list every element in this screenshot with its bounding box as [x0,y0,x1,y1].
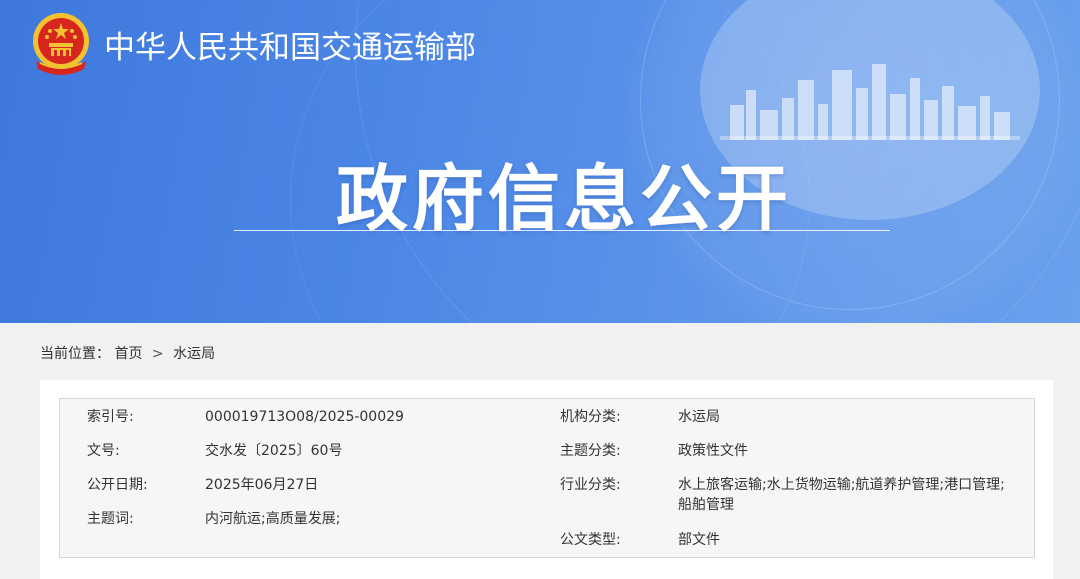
subject-words-label: 主题词: [87,511,134,527]
document-type-label: 公文类型: [560,532,621,548]
breadcrumb-current-link[interactable]: 水运局 [173,346,215,362]
breadcrumb-separator: > [151,346,164,362]
publish-date-value: 2025年06月27日 [205,477,319,493]
publish-date-label: 公开日期: [87,477,148,493]
topic-category-value: 政策性文件 [678,443,748,459]
city-skyline-illustration [720,64,1020,140]
agency-category-value: 水运局 [678,409,720,425]
document-number-value: 交水发〔2025〕60号 [205,443,343,459]
industry-category-value: 水上旅客运输;水上货物运输;航道养护管理;港口管理;船舶管理 [678,477,1005,513]
national-emblem-logo [33,13,89,75]
topic-category-label: 主题分类: [560,443,621,459]
banner-divider [234,230,890,231]
header-banner: 中华人民共和国交通运输部 政府信息公开 [0,0,1080,323]
index-number-value: 000019713O08/2025-00029 [205,409,404,425]
breadcrumb-home-link[interactable]: 首页 [114,346,142,362]
site-title[interactable]: 中华人民共和国交通运输部 [104,22,476,67]
subject-words-value: 内河航运;高质量发展; [205,511,341,527]
document-number-label: 文号: [87,443,120,459]
index-number-label: 索引号: [87,409,134,425]
industry-category-label: 行业分类: [560,477,621,493]
agency-category-label: 机构分类: [560,409,621,425]
document-type-value: 部文件 [678,532,720,548]
breadcrumb-prefix: 当前位置： [40,346,110,362]
breadcrumb: 当前位置： 首页 > 水运局 [40,343,215,363]
